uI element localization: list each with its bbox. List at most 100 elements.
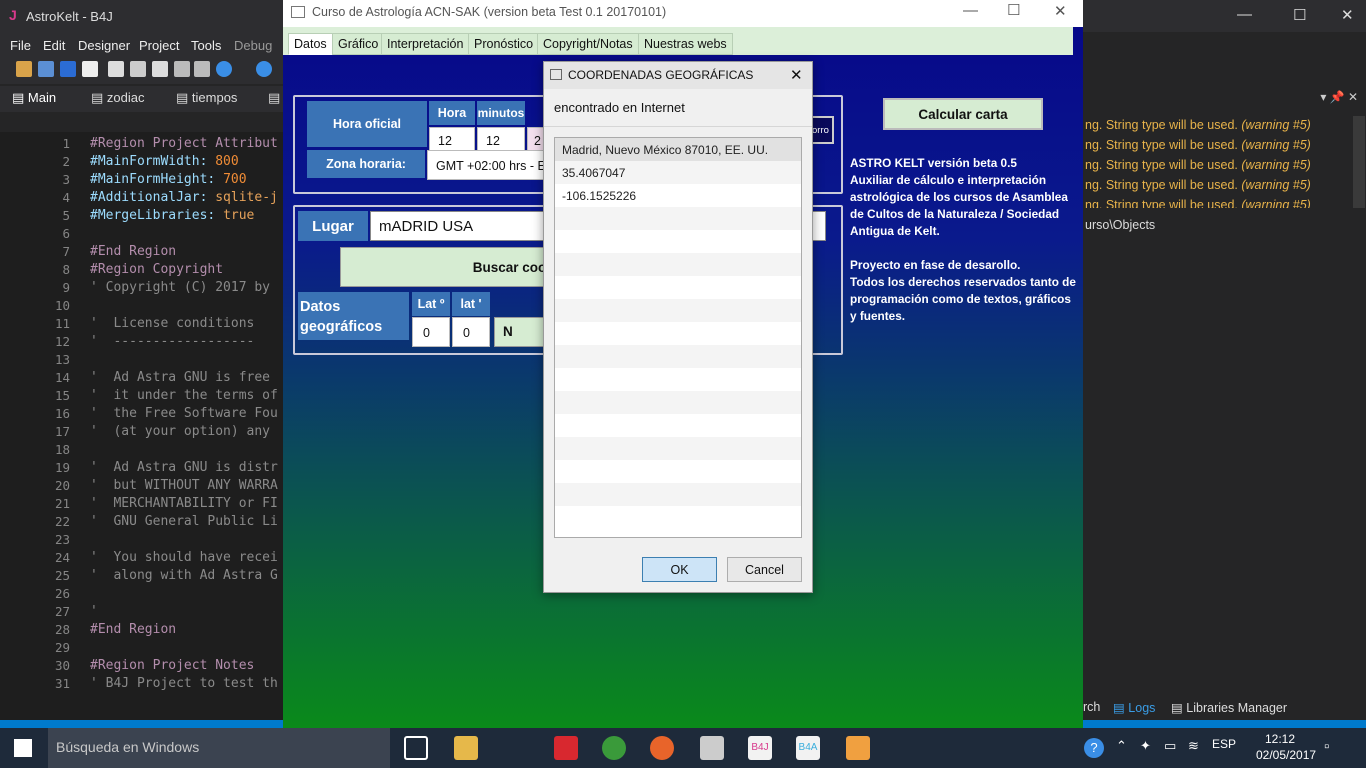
app-minimize-icon[interactable]: — bbox=[963, 2, 978, 19]
undo-icon[interactable] bbox=[174, 61, 190, 77]
warning-item[interactable]: ng. String type will be used. (warning #… bbox=[1085, 138, 1311, 152]
line-number: 8 bbox=[62, 262, 70, 277]
result-row[interactable] bbox=[555, 460, 801, 483]
dropbox-icon[interactable]: ✦ bbox=[1140, 738, 1151, 754]
result-row[interactable] bbox=[555, 437, 801, 460]
b4j-taskbar-icon[interactable]: B4J bbox=[748, 736, 772, 760]
tool-icon[interactable] bbox=[16, 61, 32, 77]
save-all-icon[interactable] bbox=[82, 61, 98, 77]
menu-tools[interactable]: Tools bbox=[191, 38, 221, 53]
menu-file[interactable]: File bbox=[10, 38, 31, 53]
menu-project[interactable]: Project bbox=[139, 38, 179, 53]
task-view-icon[interactable] bbox=[404, 736, 428, 760]
tab-webs[interactable]: Nuestras webs bbox=[638, 33, 733, 55]
warning-item[interactable]: ng. String type will be used. (warning #… bbox=[1085, 178, 1311, 192]
menu-edit[interactable]: Edit bbox=[43, 38, 65, 53]
code-line: #End Region bbox=[90, 244, 177, 259]
paste-icon[interactable] bbox=[152, 61, 168, 77]
result-row[interactable] bbox=[555, 506, 801, 529]
lat-deg-input[interactable]: 0 bbox=[412, 317, 450, 347]
hora-input[interactable]: 12 bbox=[429, 127, 475, 151]
result-row[interactable] bbox=[555, 345, 801, 368]
ns-toggle[interactable]: N bbox=[494, 317, 544, 347]
result-row[interactable]: -106.1525226 bbox=[555, 184, 801, 207]
warning-item[interactable]: ng. String type will be used. (warning #… bbox=[1085, 198, 1311, 208]
result-row[interactable] bbox=[555, 230, 801, 253]
result-row[interactable] bbox=[555, 322, 801, 345]
cut-icon[interactable] bbox=[130, 61, 146, 77]
notepad-icon[interactable] bbox=[700, 736, 724, 760]
tab-zodiac[interactable]: ▤ zodiac bbox=[91, 90, 144, 110]
line-number: 28 bbox=[54, 622, 70, 637]
dialog-close-icon[interactable]: ✕ bbox=[790, 66, 803, 84]
acrobat-icon[interactable] bbox=[554, 736, 578, 760]
battery-icon[interactable]: ▭ bbox=[1164, 738, 1176, 754]
result-row[interactable] bbox=[555, 253, 801, 276]
clock[interactable]: 12:12 02/05/2017 bbox=[1256, 731, 1316, 763]
result-row[interactable] bbox=[555, 299, 801, 322]
maximize-icon[interactable]: ☐ bbox=[1293, 6, 1306, 24]
code-line: #Region Copyright bbox=[90, 262, 224, 277]
tab-copyright[interactable]: Copyright/Notas bbox=[537, 33, 639, 55]
minimize-icon[interactable]: — bbox=[1237, 6, 1252, 23]
lat-min-input[interactable]: 0 bbox=[452, 317, 490, 347]
borro-button[interactable]: orro bbox=[810, 116, 834, 144]
code-value: sqlite-j bbox=[215, 190, 278, 205]
ide-tabs: ▤ Main ▤ zodiac ▤ tiempos ▤ bbox=[0, 86, 285, 112]
result-row[interactable] bbox=[555, 391, 801, 414]
tab-grafico[interactable]: Gráfico bbox=[332, 33, 385, 55]
pane-controls[interactable]: ▾ 📌 ✕ bbox=[1083, 90, 1366, 110]
result-row[interactable]: Madrid, Nuevo México 87010, EE. UU. bbox=[555, 138, 801, 161]
file-explorer-icon[interactable] bbox=[454, 736, 478, 760]
result-row[interactable] bbox=[555, 414, 801, 437]
tab-tiempos[interactable]: ▤ tiempos bbox=[176, 90, 237, 110]
warning-item[interactable]: ng. String type will be used. (warning #… bbox=[1085, 158, 1311, 172]
tab-pronostico[interactable]: Pronóstico bbox=[468, 33, 540, 55]
redo-icon[interactable] bbox=[194, 61, 210, 77]
chevron-up-icon[interactable]: ⌃ bbox=[1116, 738, 1127, 754]
menu-designer[interactable]: Designer bbox=[78, 38, 130, 53]
warning-item[interactable]: ng. String type will be used. (warning #… bbox=[1085, 118, 1311, 132]
code-line: ' Copyright (C) 2017 by bbox=[90, 280, 271, 295]
result-row[interactable] bbox=[555, 368, 801, 391]
b4a-taskbar-icon[interactable]: B4A bbox=[796, 736, 820, 760]
warnings-scrollbar[interactable] bbox=[1353, 116, 1365, 208]
tab-overflow[interactable]: ▤ bbox=[268, 90, 280, 110]
help-icon[interactable]: ? bbox=[1084, 738, 1104, 758]
result-row[interactable] bbox=[555, 207, 801, 230]
menu-debug[interactable]: Debug bbox=[234, 38, 272, 53]
tab-search[interactable]: rch bbox=[1083, 700, 1100, 714]
taskbar-search[interactable]: Búsqueda en Windows bbox=[48, 728, 390, 768]
tab-interpretacion[interactable]: Interpretación bbox=[381, 33, 470, 55]
windows-start-icon[interactable] bbox=[14, 739, 32, 757]
copy-icon[interactable] bbox=[108, 61, 124, 77]
open-icon[interactable] bbox=[38, 61, 54, 77]
tab-logs[interactable]: ▤ Logs bbox=[1113, 700, 1155, 715]
result-row[interactable] bbox=[555, 483, 801, 506]
tab-datos[interactable]: Datos bbox=[288, 33, 333, 55]
save-icon[interactable] bbox=[60, 61, 76, 77]
cancel-button[interactable]: Cancel bbox=[727, 557, 802, 582]
code-editor[interactable]: 1 #Region Project Attribut 2 #MainFormWidth… bbox=[0, 132, 285, 720]
firefox-icon[interactable] bbox=[650, 736, 674, 760]
wifi-icon[interactable]: ≋ bbox=[1188, 738, 1199, 754]
tab-libraries-manager[interactable]: ▤ Libraries Manager bbox=[1171, 700, 1287, 715]
forward-icon[interactable] bbox=[256, 61, 272, 77]
language-indicator[interactable]: ESP bbox=[1212, 737, 1236, 751]
result-row[interactable]: 35.4067047 bbox=[555, 161, 801, 184]
tab-main[interactable]: ▤ Main bbox=[12, 90, 56, 110]
app-maximize-icon[interactable]: ☐ bbox=[1007, 1, 1020, 19]
zona-horaria-select[interactable]: GMT +02:00 hrs - E bbox=[427, 150, 557, 180]
app-close-icon[interactable]: ✕ bbox=[1054, 2, 1067, 20]
calcular-carta-button[interactable]: Calcular carta bbox=[883, 98, 1043, 130]
result-row[interactable] bbox=[555, 276, 801, 299]
notifications-icon[interactable]: ▫ bbox=[1324, 738, 1329, 755]
minutos-input[interactable]: 12 bbox=[477, 127, 525, 151]
back-icon[interactable] bbox=[216, 61, 232, 77]
chrome-icon[interactable] bbox=[602, 736, 626, 760]
warnings-list[interactable]: ng. String type will be used. (warning #… bbox=[1083, 116, 1353, 208]
close-icon[interactable]: ✕ bbox=[1341, 6, 1354, 24]
results-list[interactable]: Madrid, Nuevo México 87010, EE. UU. 35.40… bbox=[554, 137, 802, 538]
ok-button[interactable]: OK bbox=[642, 557, 717, 582]
java-icon[interactable] bbox=[846, 736, 870, 760]
